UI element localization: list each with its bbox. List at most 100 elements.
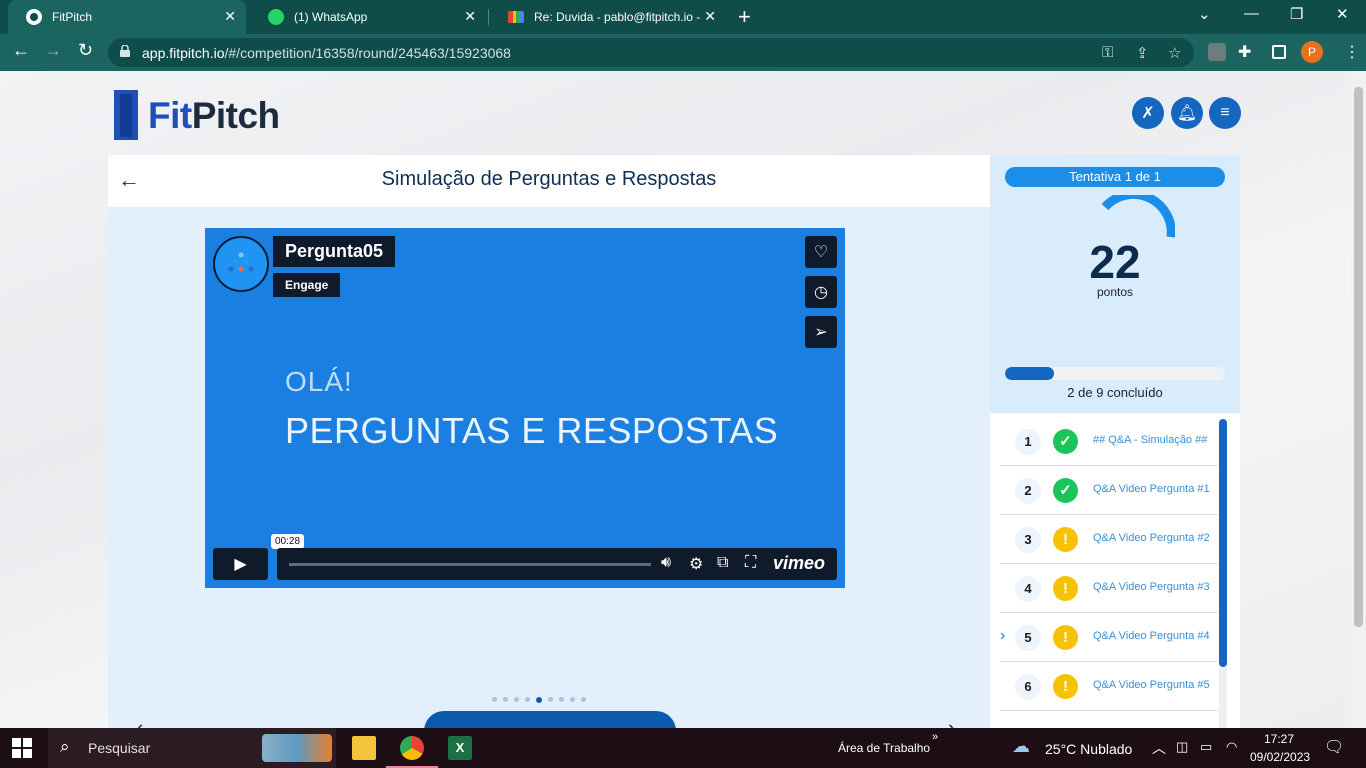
reload-button[interactable]: ↻: [78, 40, 93, 61]
tab-fitpitch[interactable]: FitPitch ✕: [8, 0, 246, 34]
carousel-dot[interactable]: [581, 697, 586, 702]
step-number: 1: [1015, 429, 1041, 455]
close-icon[interactable]: ✕: [464, 8, 476, 25]
carousel-dot[interactable]: [536, 697, 542, 703]
close-icon[interactable]: ✕: [704, 8, 716, 25]
step-list: 1 ✓ ## Q&A - Simulação ## 2 ✓ Q&A Video Pergu…: [1000, 417, 1218, 711]
chrome-icon[interactable]: [400, 736, 424, 760]
excel-icon[interactable]: X: [448, 736, 472, 760]
carousel-dot[interactable]: [570, 697, 575, 702]
minimize-button[interactable]: —: [1244, 5, 1259, 22]
side-panel-icon[interactable]: [1272, 45, 1286, 59]
step-label: Q&A Video Pergunta #3: [1093, 581, 1210, 593]
restore-button[interactable]: ❐: [1290, 5, 1303, 23]
main-panel: ← Simulação de Perguntas e Respostas Per…: [108, 155, 990, 728]
step-list-item[interactable]: 2 ✓ Q&A Video Pergunta #1: [1000, 466, 1218, 515]
carousel-dot[interactable]: [559, 697, 564, 702]
weather-text[interactable]: 25°C Nublado: [1045, 741, 1132, 757]
taskbar-search[interactable]: ⌕ Pesquisar: [48, 728, 336, 768]
vimeo-logo[interactable]: vimeo: [773, 553, 825, 574]
warning-icon: !: [1053, 625, 1078, 650]
windows-start-icon[interactable]: [12, 738, 32, 758]
menu-button[interactable]: ≡: [1209, 97, 1241, 129]
attempt-badge: Tentativa 1 de 1: [1005, 167, 1225, 187]
step-number: 3: [1015, 527, 1041, 553]
carousel-dot[interactable]: [503, 697, 508, 702]
prev-chevron-icon[interactable]: ‹: [136, 715, 143, 728]
step-label: Q&A Video Pergunta #4: [1093, 630, 1210, 642]
tab-search-icon[interactable]: ⌄: [1198, 5, 1211, 23]
clock-date[interactable]: 09/02/2023: [1250, 750, 1310, 764]
desktop-toolbar-label[interactable]: Área de Trabalho: [838, 741, 930, 755]
forward-button[interactable]: →: [44, 40, 62, 61]
play-button[interactable]: ▶: [213, 548, 268, 580]
progress-panel: Tentativa 1 de 1 22 pontos 2 de 9 conclu…: [990, 155, 1240, 728]
clock-time[interactable]: 17:27: [1264, 732, 1294, 746]
video-channel[interactable]: Engage: [273, 273, 341, 297]
close-icon[interactable]: ✕: [224, 8, 236, 25]
carousel-dot[interactable]: [525, 697, 530, 702]
progress-label: 2 de 9 concluído: [1067, 385, 1163, 400]
page-scrollbar[interactable]: [1351, 71, 1366, 728]
bookmark-star-icon[interactable]: ☆: [1168, 44, 1181, 62]
key-icon[interactable]: ⚿: [1102, 44, 1113, 61]
carousel-dot[interactable]: [492, 697, 497, 702]
next-action-button[interactable]: [424, 711, 676, 728]
fullscreen-icon[interactable]: ⛶: [745, 554, 756, 572]
step-list-item[interactable]: 6! Q&A Video Pergunta #5: [1000, 662, 1218, 711]
watch-later-button[interactable]: ◷: [805, 276, 837, 308]
progress-fill: [1005, 367, 1054, 380]
next-chevron-icon[interactable]: ›: [948, 715, 955, 728]
address-bar[interactable]: app.fitpitch.io/#/competition/16358/roun…: [108, 38, 1194, 67]
windows-taskbar: ⌕ Pesquisar X Área de Trabalho » ☁ 25°C …: [0, 728, 1366, 768]
step-list-item[interactable]: 4! Q&A Video Pergunta #3: [1000, 564, 1218, 613]
extension-icon[interactable]: [1208, 43, 1226, 61]
window-close-button[interactable]: ✕: [1336, 5, 1349, 23]
time-tooltip: 00:28: [271, 534, 305, 549]
camera-icon[interactable]: ◫: [1176, 739, 1188, 755]
new-tab-button[interactable]: +: [738, 4, 751, 30]
chevron-up-icon[interactable]: ︿: [1152, 738, 1166, 758]
tab-whatsapp[interactable]: (1) WhatsApp ✕: [250, 0, 486, 34]
video-player[interactable]: Pergunta05 Engage ♡ ◷ ➢ OLÁ! PERGUNTAS E…: [205, 228, 845, 588]
step-list-item[interactable]: 3! Q&A Video Pergunta #2: [1000, 515, 1218, 564]
channel-avatar[interactable]: [213, 236, 269, 292]
score-value: 22: [1089, 236, 1141, 288]
share-icon[interactable]: ⇪: [1136, 44, 1149, 62]
step-list-item[interactable]: › 5! Q&A Video Pergunta #4: [1000, 613, 1218, 662]
tab-title: (1) WhatsApp: [294, 10, 368, 24]
scrollbar-thumb[interactable]: [1354, 87, 1363, 627]
logo-door-inner: [120, 94, 132, 137]
check-icon: ✓: [1053, 478, 1078, 503]
notifications-button[interactable]: 🔔︎: [1171, 97, 1203, 129]
more-menu-icon[interactable]: ⋮: [1344, 42, 1360, 62]
like-button[interactable]: ♡: [805, 236, 837, 268]
video-title[interactable]: Pergunta05: [273, 236, 396, 267]
notification-center-icon[interactable]: 🗨︎: [1324, 737, 1344, 757]
settings-gear-icon[interactable]: ⚙: [689, 554, 703, 574]
wifi-icon[interactable]: ◠: [1226, 739, 1237, 755]
tools-icon: ✗: [1141, 105, 1155, 122]
carousel-dot[interactable]: [514, 697, 519, 702]
share-button[interactable]: ➢: [805, 316, 837, 348]
battery-icon[interactable]: ▭: [1200, 739, 1212, 755]
send-icon: ➢: [814, 324, 828, 341]
puzzle-icon[interactable]: ✚: [1238, 42, 1251, 62]
file-explorer-icon[interactable]: [352, 736, 376, 760]
volume-icon[interactable]: 🔊︎: [661, 554, 671, 572]
step-list-item[interactable]: 1 ✓ ## Q&A - Simulação ##: [1000, 417, 1218, 466]
profile-avatar[interactable]: P: [1301, 41, 1323, 63]
list-scrollbar[interactable]: [1219, 419, 1227, 667]
step-number: 6: [1015, 674, 1041, 700]
back-button[interactable]: ←: [12, 40, 30, 61]
chevron-right-icon[interactable]: »: [932, 731, 938, 743]
tools-button[interactable]: ✗: [1132, 97, 1164, 129]
fitpitch-favicon: [26, 9, 42, 25]
tab-gmail[interactable]: Re: Duvida - pablo@fitpitch.io - F ✕: [490, 0, 726, 34]
fitpitch-logo[interactable]: FitPitch: [114, 90, 286, 140]
pip-icon[interactable]: ⧉: [717, 554, 728, 572]
play-icon: ▶: [234, 556, 247, 573]
warning-icon: !: [1053, 527, 1078, 552]
carousel-dot[interactable]: [548, 697, 553, 702]
seek-bar[interactable]: [289, 563, 651, 566]
